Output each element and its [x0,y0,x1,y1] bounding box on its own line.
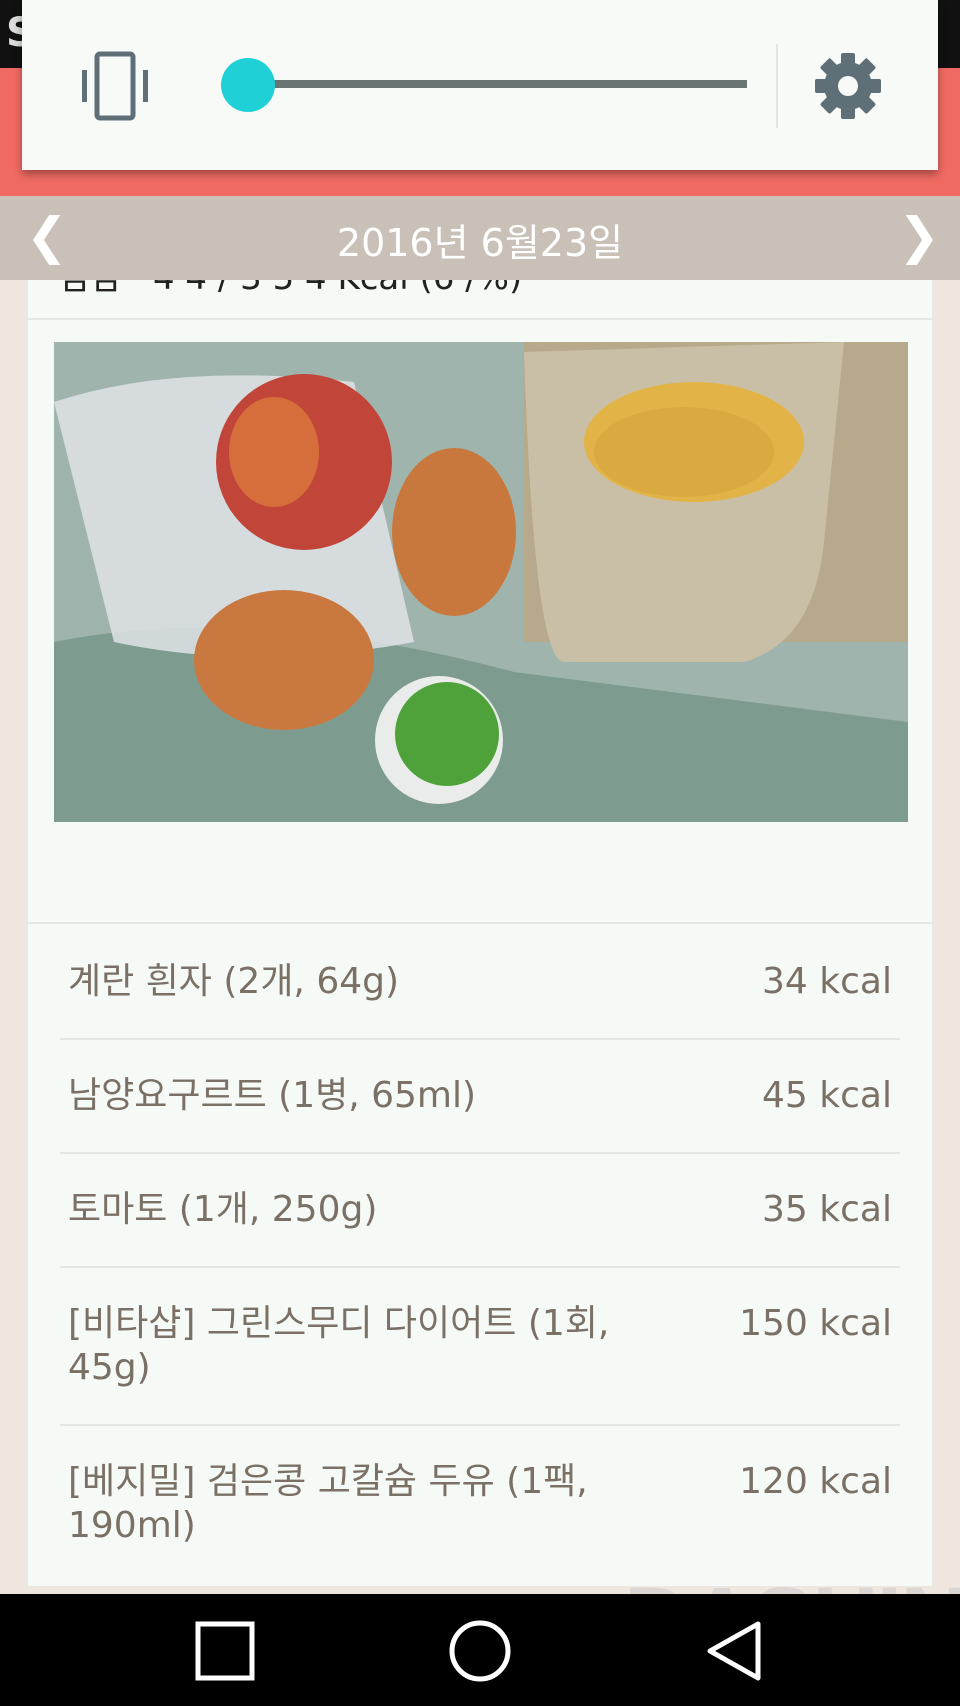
divider [60,1266,900,1268]
meal-header: 점심 · 4 4 / 3 5 4 Kcal (6 /%) [58,280,522,299]
food-calories: 35 kcal [762,1189,892,1230]
divider [28,318,932,320]
system-navigation-bar [0,1594,960,1706]
food-name: 남양요구르트 (1병, 65ml) [68,1075,477,1116]
volume-panel [22,0,938,170]
vibrate-icon[interactable] [80,50,150,122]
meal-photo[interactable] [54,342,908,822]
recent-apps-icon[interactable] [190,1616,260,1686]
food-calories: 34 kcal [762,961,892,1002]
panel-divider [776,44,778,128]
meal-card: 점심 · 4 4 / 3 5 4 Kcal (6 /%) 계란 흰자 (2개, … [26,280,934,1586]
volume-slider-thumb[interactable] [221,58,276,112]
volume-slider-track[interactable] [222,80,747,88]
date-label: 2016년 6월23일 [336,221,624,265]
divider [60,1152,900,1154]
food-name: 계란 흰자 (2개, 64g) [68,961,400,1002]
gear-icon[interactable] [812,50,884,122]
food-calories: 45 kcal [762,1075,892,1116]
food-calories: 120 kcal [739,1461,892,1502]
home-icon[interactable] [445,1616,515,1686]
next-date-button[interactable]: ❯ [898,208,940,264]
divider [60,1424,900,1426]
date-navigation-bar: ❮ 2016년 6월23일 ❯ [0,196,960,280]
food-name: [비타샵] 그린스무디 다이어트 (1회, 45g) [68,1303,610,1388]
food-name: 토마토 (1개, 250g) [68,1189,378,1230]
back-icon[interactable] [700,1616,770,1686]
divider [28,922,932,924]
divider [60,1038,900,1040]
food-calories: 150 kcal [739,1303,892,1344]
meal-header-clip: 점심 · 4 4 / 3 5 4 Kcal (6 /%) [28,280,932,318]
food-name: [베지밀] 검은콩 고칼슘 두유 (1팩, 190ml) [68,1461,588,1546]
